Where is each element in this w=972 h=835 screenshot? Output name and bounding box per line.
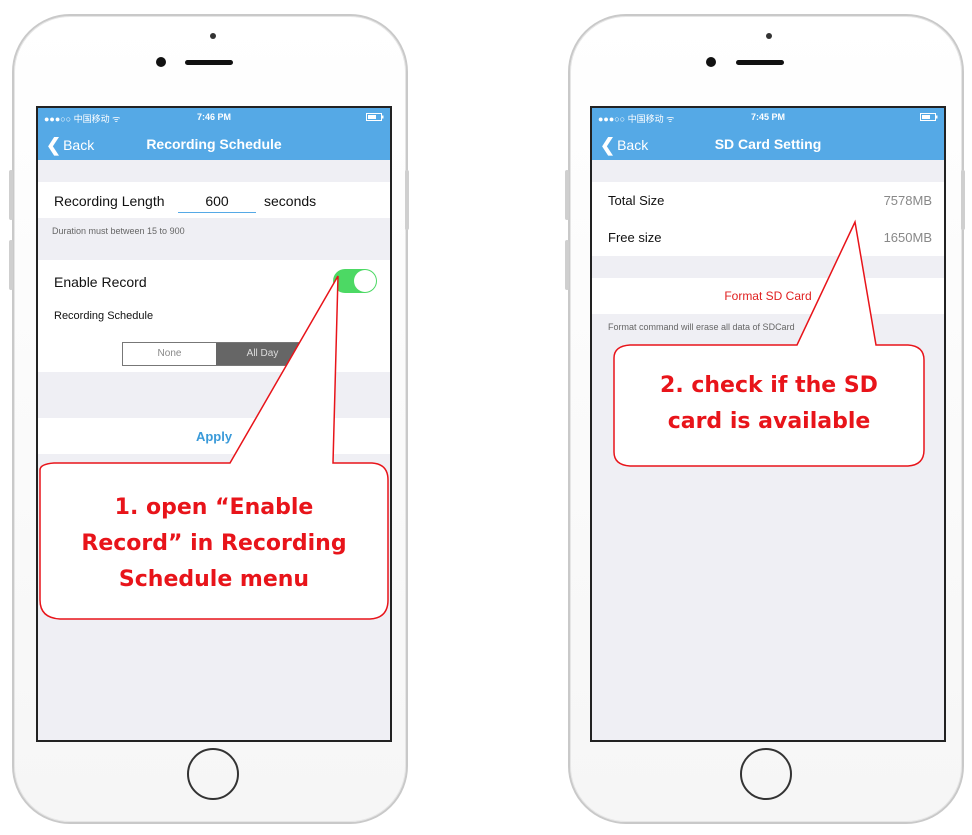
callout-2-line-2: card is available [667, 409, 871, 434]
callout-text-2: 2. check if the SD card is available [614, 368, 924, 440]
callout-1-line-1: 1. open “Enable [114, 495, 314, 520]
callout-text-1: 1. open “Enable Record” in Recording Sch… [40, 490, 388, 598]
callout-2-line-1: 2. check if the SD [660, 373, 878, 398]
callout-1-line-2: Record” in Recording [81, 531, 347, 556]
callout-1-line-3: Schedule menu [118, 567, 310, 592]
